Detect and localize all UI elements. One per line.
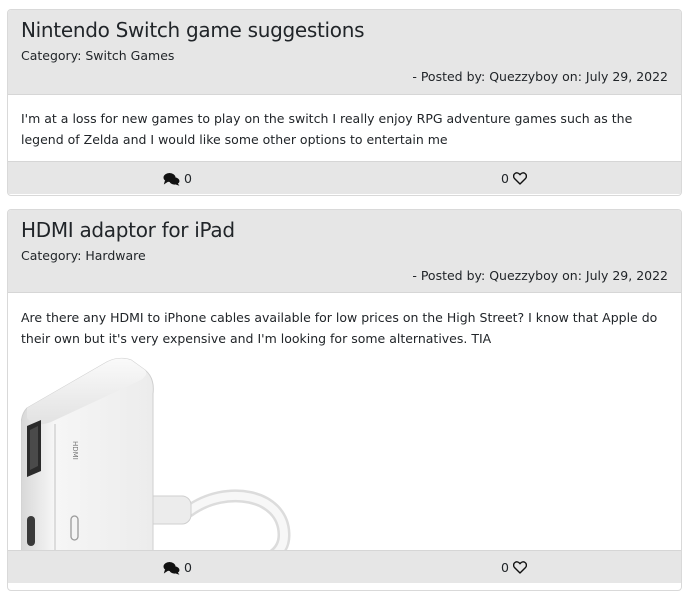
post-text: I'm at a loss for new games to play on t… bbox=[21, 111, 633, 147]
post-footer: 0 0 bbox=[8, 550, 681, 583]
heart-outline-icon bbox=[512, 172, 527, 185]
post-header: Nintendo Switch game suggestions Categor… bbox=[8, 10, 681, 95]
like-button[interactable]: 0 bbox=[501, 171, 527, 186]
post-footer: 0 0 bbox=[8, 161, 681, 194]
post-title[interactable]: HDMI adaptor for iPad bbox=[21, 218, 235, 242]
post-text: Are there any HDMI to iPhone cables avai… bbox=[21, 310, 658, 346]
post-card: Nintendo Switch game suggestions Categor… bbox=[7, 9, 682, 196]
post-body: I'm at a loss for new games to play on t… bbox=[8, 95, 681, 161]
post-image-hdmi-adapter: HDMI bbox=[21, 356, 321, 551]
likes-count: 0 bbox=[501, 171, 509, 186]
post-header: HDMI adaptor for iPad Category: Hardware… bbox=[8, 210, 681, 293]
post-category: Category: Switch Games bbox=[21, 48, 175, 63]
post-author-date: - Posted by: Quezzyboy on: July 29, 2022 bbox=[412, 69, 668, 84]
hdmi-label: HDMI bbox=[71, 441, 79, 460]
post-card: HDMI adaptor for iPad Category: Hardware… bbox=[7, 209, 682, 591]
post-title[interactable]: Nintendo Switch game suggestions bbox=[21, 18, 365, 42]
comments-button[interactable]: 0 bbox=[163, 171, 192, 186]
comments-count: 0 bbox=[184, 171, 192, 186]
post-body: Are there any HDMI to iPhone cables avai… bbox=[8, 293, 681, 551]
post-category: Category: Hardware bbox=[21, 248, 146, 263]
post-author-date: - Posted by: Quezzyboy on: July 29, 2022 bbox=[412, 268, 668, 283]
comments-icon bbox=[163, 172, 180, 186]
